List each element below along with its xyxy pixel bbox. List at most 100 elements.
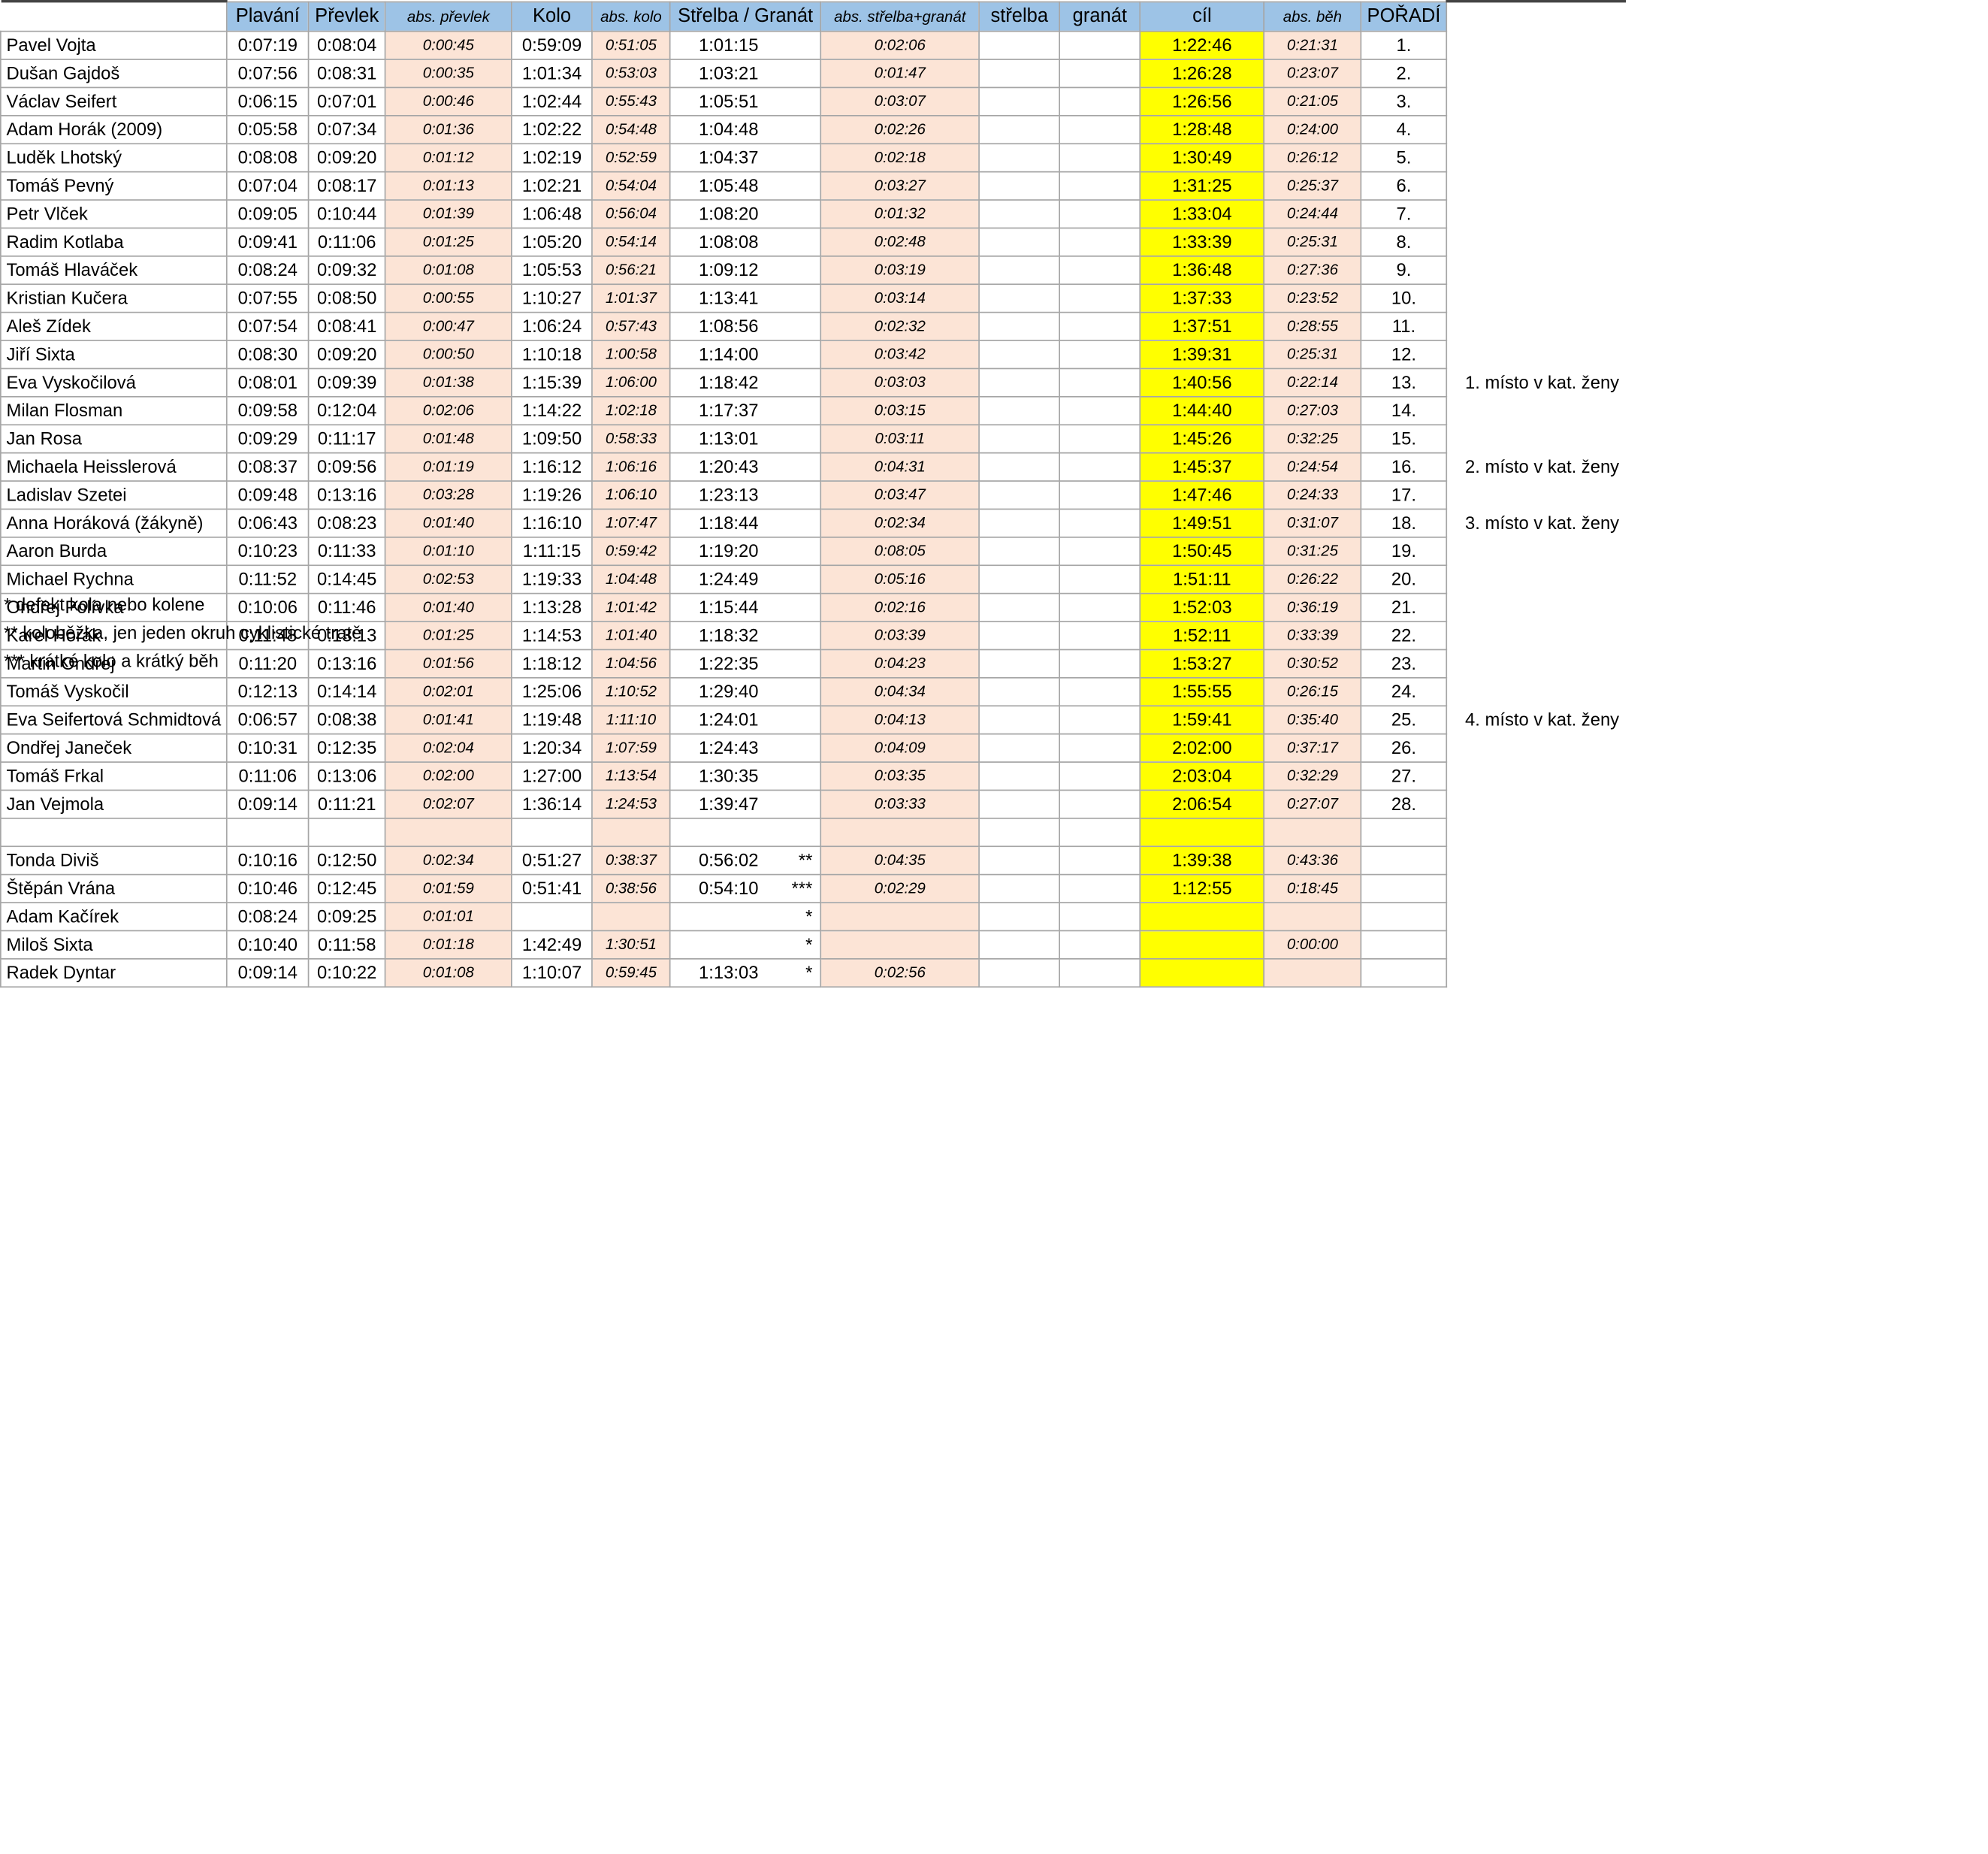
shooting-cell[interactable]: [978, 114, 1061, 144]
shooting-time[interactable]: 1:08:56: [669, 310, 822, 341]
participant-name[interactable]: Adam Kačírek: [0, 901, 228, 931]
bike-time[interactable]: 1:36:14: [511, 788, 593, 818]
rank[interactable]: 2.: [1360, 58, 1448, 88]
finish-time[interactable]: 1:59:41: [1139, 704, 1265, 734]
participant-name[interactable]: Jiří Sixta: [0, 339, 228, 369]
abs-run[interactable]: [1263, 957, 1362, 987]
swim-time[interactable]: 0:09:48: [226, 479, 310, 510]
abs-transition[interactable]: [384, 817, 512, 847]
bike-time[interactable]: 1:19:33: [511, 564, 593, 594]
finish-time[interactable]: 1:51:11: [1139, 564, 1265, 594]
grenade-cell[interactable]: [1059, 170, 1141, 201]
transition-time[interactable]: 0:07:01: [307, 86, 386, 116]
swim-time[interactable]: 0:08:01: [226, 367, 310, 397]
shooting-time[interactable]: 1:23:13: [669, 479, 822, 510]
rank[interactable]: 26.: [1360, 732, 1448, 763]
swim-time[interactable]: 0:11:06: [226, 761, 310, 791]
finish-time[interactable]: 1:47:46: [1139, 479, 1265, 510]
abs-run[interactable]: 0:32:25: [1263, 423, 1362, 453]
header-name[interactable]: [0, 0, 227, 31]
swim-time[interactable]: 0:09:41: [226, 226, 310, 256]
abs-bike[interactable]: 1:11:10: [591, 704, 671, 734]
header-abs-transition[interactable]: abs. převlek: [384, 0, 512, 32]
participant-name[interactable]: Václav Seifert: [0, 86, 228, 116]
abs-shooting[interactable]: 0:02:16: [820, 591, 980, 622]
rank[interactable]: [1360, 817, 1448, 847]
abs-bike[interactable]: 1:07:47: [591, 507, 671, 537]
bike-time[interactable]: 1:11:15: [511, 536, 593, 566]
grenade-cell[interactable]: [1059, 395, 1141, 425]
swim-time[interactable]: 0:09:14: [226, 788, 310, 818]
bike-time[interactable]: 1:01:34: [511, 58, 593, 88]
bike-time[interactable]: 0:51:27: [511, 845, 593, 875]
shooting-cell[interactable]: [978, 732, 1061, 763]
bike-time[interactable]: 1:06:24: [511, 310, 593, 341]
abs-shooting[interactable]: 0:04:13: [820, 704, 980, 734]
grenade-cell[interactable]: [1059, 536, 1141, 566]
shooting-time[interactable]: [669, 817, 822, 847]
shooting-time[interactable]: *: [669, 929, 822, 959]
shooting-time[interactable]: 1:05:48: [669, 170, 822, 201]
abs-bike[interactable]: 0:54:04: [591, 170, 671, 201]
category-note[interactable]: 4. místo v kat. ženy: [1446, 705, 1625, 733]
abs-run[interactable]: 0:31:07: [1263, 507, 1362, 537]
abs-shooting[interactable]: 0:01:47: [820, 58, 980, 88]
transition-time[interactable]: 0:09:25: [307, 901, 386, 931]
category-note[interactable]: [1446, 818, 1625, 845]
transition-time[interactable]: 0:11:21: [307, 788, 386, 818]
category-note[interactable]: 2. místo v kat. ženy: [1446, 452, 1625, 480]
shooting-time[interactable]: 1:13:41: [669, 283, 822, 313]
finish-time[interactable]: 1:26:56: [1139, 86, 1265, 116]
abs-shooting[interactable]: 0:04:31: [820, 451, 980, 482]
abs-shooting[interactable]: 0:02:34: [820, 507, 980, 537]
swim-time[interactable]: 0:09:05: [226, 198, 310, 228]
rank[interactable]: 28.: [1360, 788, 1448, 818]
swim-time[interactable]: 0:06:43: [226, 507, 310, 537]
shooting-time[interactable]: 1:18:42: [669, 367, 822, 397]
grenade-cell[interactable]: [1059, 676, 1141, 706]
rank[interactable]: 18.: [1360, 507, 1448, 537]
abs-shooting[interactable]: 0:02:48: [820, 226, 980, 256]
bike-time[interactable]: 1:20:34: [511, 732, 593, 763]
bike-time[interactable]: 1:02:22: [511, 114, 593, 144]
shooting-time[interactable]: 1:24:43: [669, 732, 822, 763]
participant-name[interactable]: Milan Flosman: [0, 395, 228, 425]
swim-time[interactable]: 0:09:58: [226, 395, 310, 425]
rank[interactable]: [1360, 929, 1448, 959]
shooting-time[interactable]: 1:24:49: [669, 564, 822, 594]
abs-shooting[interactable]: 0:03:42: [820, 339, 980, 369]
bike-time[interactable]: 1:10:27: [511, 283, 593, 313]
grenade-cell[interactable]: [1059, 423, 1141, 453]
category-note[interactable]: 3. místo v kat. ženy: [1446, 509, 1625, 537]
abs-run[interactable]: 0:25:31: [1263, 226, 1362, 256]
abs-transition[interactable]: 0:00:35: [384, 58, 512, 88]
abs-bike[interactable]: 0:56:04: [591, 198, 671, 228]
participant-name[interactable]: Radim Kotlaba: [0, 226, 228, 256]
category-note[interactable]: [1446, 761, 1625, 789]
shooting-time[interactable]: 0:54:10 ***: [669, 873, 822, 903]
transition-time[interactable]: 0:14:45: [307, 564, 386, 594]
shooting-time[interactable]: 1:17:37: [669, 395, 822, 425]
category-note[interactable]: [1446, 958, 1625, 986]
abs-bike[interactable]: 1:10:52: [591, 676, 671, 706]
shooting-cell[interactable]: [978, 676, 1061, 706]
finish-time[interactable]: [1139, 901, 1265, 931]
abs-run[interactable]: 0:24:44: [1263, 198, 1362, 228]
grenade-cell[interactable]: [1059, 620, 1141, 650]
abs-run[interactable]: 0:25:31: [1263, 339, 1362, 369]
grenade-cell[interactable]: [1059, 901, 1141, 931]
bike-time[interactable]: 1:05:53: [511, 255, 593, 285]
grenade-cell[interactable]: [1059, 788, 1141, 818]
abs-transition[interactable]: 0:01:12: [384, 142, 512, 172]
shooting-cell[interactable]: [978, 283, 1061, 313]
grenade-cell[interactable]: [1059, 648, 1141, 678]
finish-time[interactable]: 1:36:48: [1139, 255, 1265, 285]
bike-time[interactable]: 1:19:26: [511, 479, 593, 510]
participant-name[interactable]: Jan Rosa: [0, 423, 228, 453]
grenade-cell[interactable]: [1059, 226, 1141, 256]
rank[interactable]: 27.: [1360, 761, 1448, 791]
bike-time[interactable]: [511, 901, 593, 931]
abs-shooting[interactable]: 0:02:06: [820, 29, 980, 60]
participant-name[interactable]: Michaela Heisslerová: [0, 451, 228, 482]
grenade-cell[interactable]: [1059, 591, 1141, 622]
